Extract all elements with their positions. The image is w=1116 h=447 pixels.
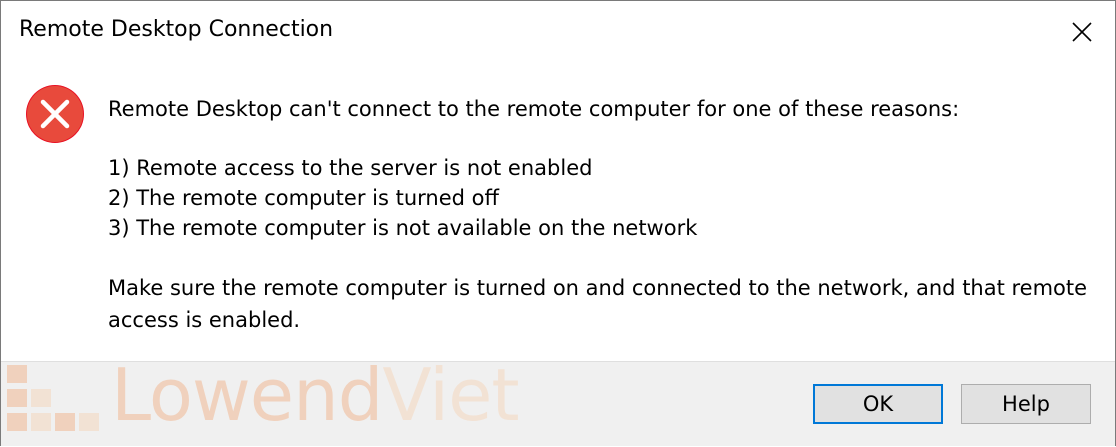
dialog-content: Remote Desktop can't connect to the remo… <box>1 63 1115 361</box>
title-bar[interactable]: Remote Desktop Connection <box>1 1 1115 63</box>
reason-item: 3) The remote computer is not available … <box>108 216 698 240</box>
close-icon <box>1072 22 1092 42</box>
close-button[interactable] <box>1049 1 1115 63</box>
watermark-text-part2: Viet <box>382 353 519 437</box>
reason-item: 1) Remote access to the server is not en… <box>108 156 593 180</box>
watermark-text: LowendViet <box>111 353 520 437</box>
error-icon <box>26 85 84 143</box>
ok-button[interactable]: OK <box>813 384 943 424</box>
watermark-mark-icon <box>7 365 99 431</box>
advice-text-line-2: access is enabled. <box>108 308 301 332</box>
window-title: Remote Desktop Connection <box>19 17 334 42</box>
watermark-text-part1: Lowend <box>111 353 383 437</box>
watermark-logo: LowendViet <box>3 353 563 447</box>
error-headline: Remote Desktop can't connect to the remo… <box>108 97 960 121</box>
dialog-window: Remote Desktop Connection Remote Desktop… <box>0 0 1116 446</box>
help-button[interactable]: Help <box>961 384 1091 424</box>
advice-text-line-1: Make sure the remote computer is turned … <box>108 276 1088 300</box>
reason-item: 2) The remote computer is turned off <box>108 186 499 210</box>
